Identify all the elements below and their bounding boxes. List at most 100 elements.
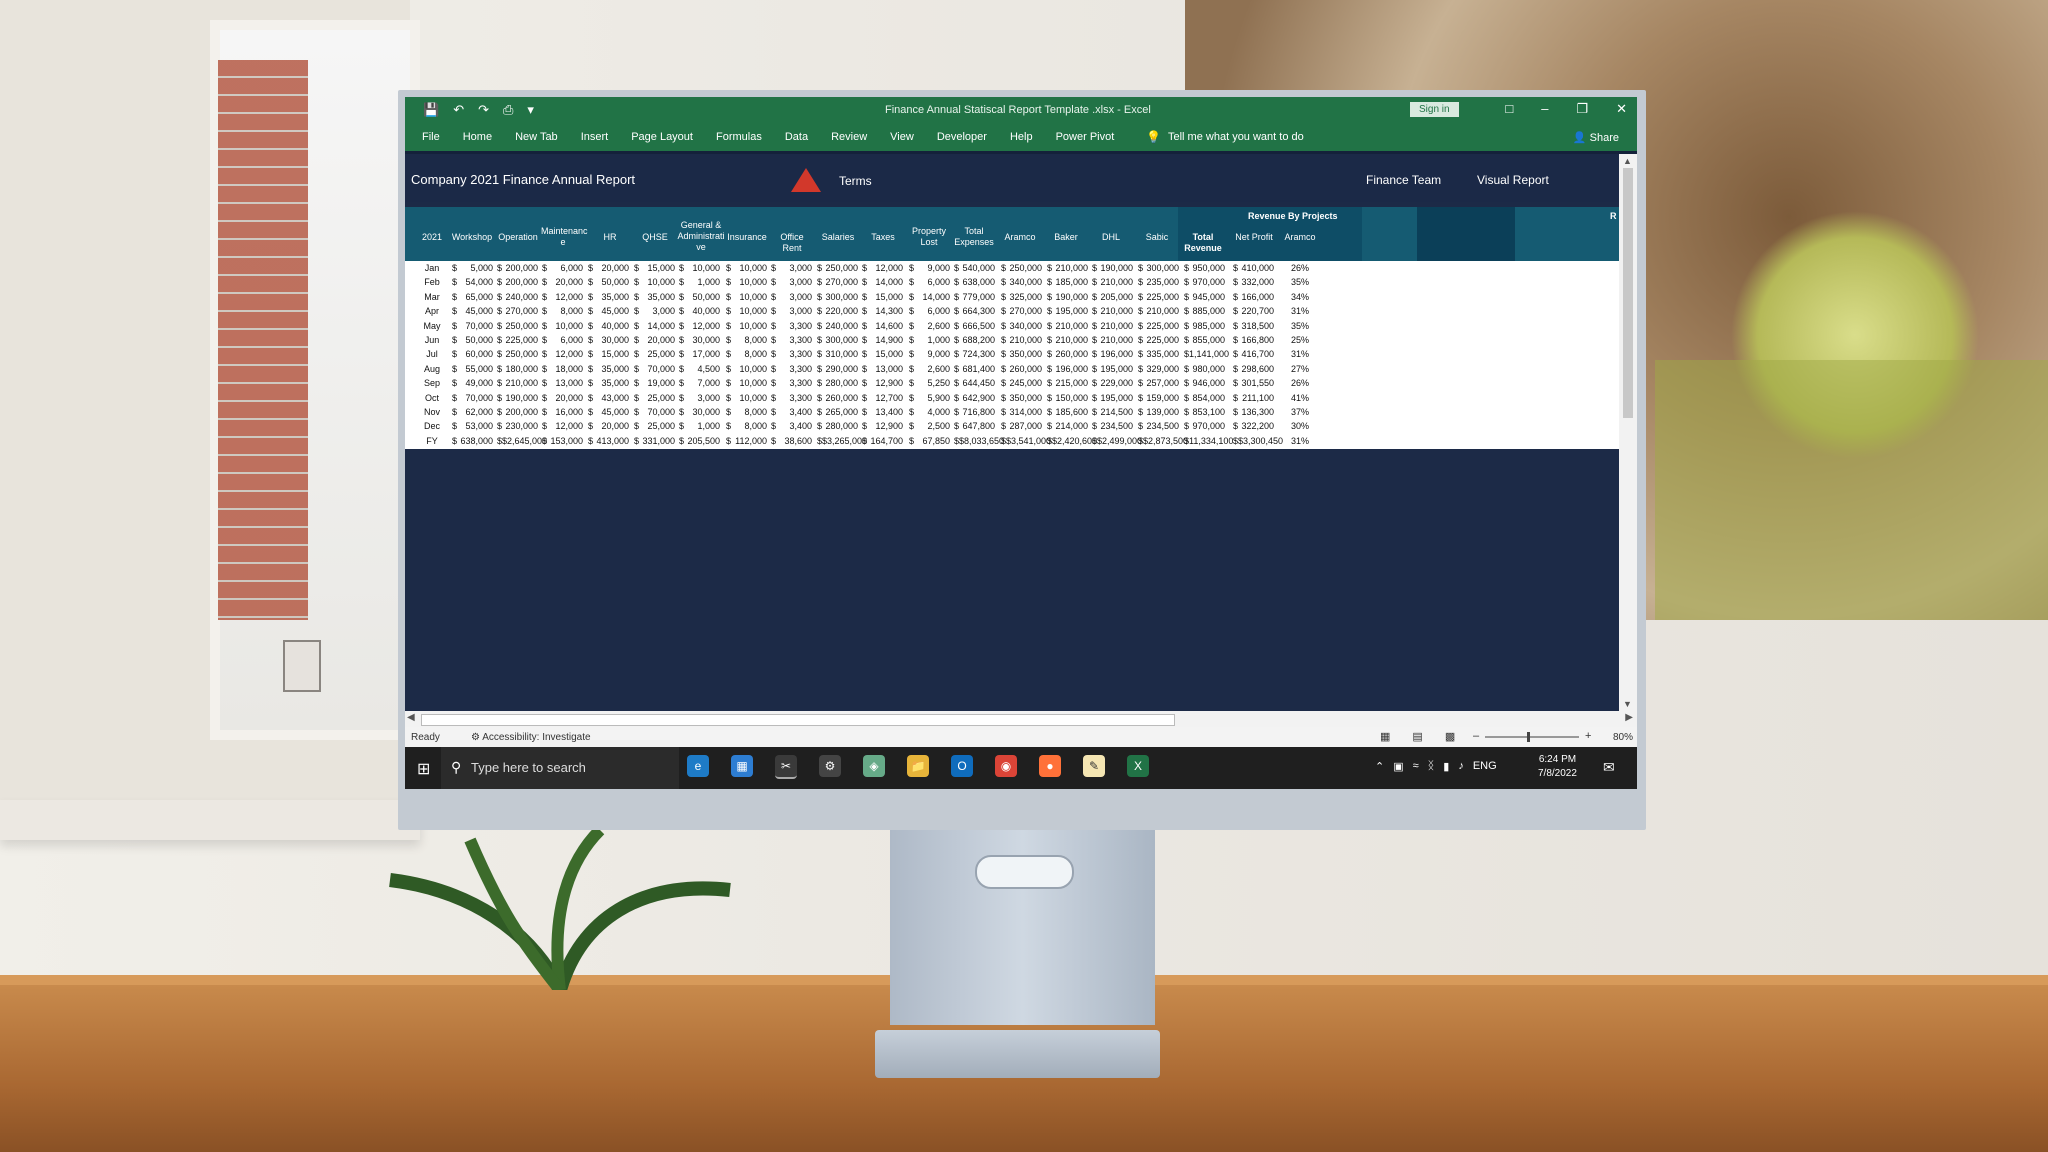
value-cell[interactable]: 210,000 — [1097, 306, 1133, 316]
value-cell[interactable]: 642,900 — [959, 393, 995, 403]
settings-icon[interactable]: ⚙ — [819, 755, 841, 777]
value-cell[interactable]: 205,000 — [1097, 292, 1133, 302]
value-cell[interactable]: 8,000 — [731, 421, 767, 431]
value-cell[interactable]: 35,000 — [593, 364, 629, 374]
value-cell[interactable]: 49,000 — [457, 378, 493, 388]
value-cell[interactable]: 25,000 — [639, 421, 675, 431]
firefox-icon[interactable]: ● — [1039, 755, 1061, 777]
value-cell[interactable]: 4,500 — [684, 364, 720, 374]
value-cell[interactable]: 230,000 — [502, 421, 538, 431]
column-header-15[interactable]: DHL — [1091, 232, 1131, 243]
value-cell[interactable]: 3,300 — [776, 393, 812, 403]
column-header-6[interactable]: General & Administrati ve — [676, 220, 726, 253]
value-cell[interactable]: 287,000 — [1006, 421, 1042, 431]
value-cell[interactable]: 10,000 — [731, 277, 767, 287]
value-cell[interactable]: 314,000 — [1006, 407, 1042, 417]
value-cell[interactable]: 12,000 — [547, 421, 583, 431]
percent-cell[interactable]: 35% — [1285, 321, 1315, 331]
value-cell[interactable]: 210,000 — [1143, 306, 1179, 316]
tab-review[interactable]: Review — [831, 131, 867, 143]
value-cell[interactable]: 210,000 — [1052, 263, 1088, 273]
value-cell[interactable]: 250,000 — [822, 263, 858, 273]
tab-data[interactable]: Data — [785, 131, 808, 143]
value-cell[interactable]: 15,000 — [867, 349, 903, 359]
value-cell[interactable]: 12,700 — [867, 393, 903, 403]
value-cell[interactable]: 853,100 — [1189, 407, 1225, 417]
visual-report-link[interactable]: Visual Report — [1477, 173, 1549, 187]
column-header-4[interactable]: HR — [590, 232, 630, 243]
value-cell[interactable]: 245,000 — [1006, 378, 1042, 388]
close-icon[interactable]: ✕ — [1616, 101, 1627, 117]
horizontal-scrollbar[interactable]: ◀ ▶ — [405, 711, 1637, 727]
tab-insert[interactable]: Insert — [581, 131, 609, 143]
scroll-up-icon[interactable]: ▲ — [1623, 156, 1632, 166]
value-cell[interactable]: 70,000 — [639, 364, 675, 374]
snipping-tool-icon[interactable]: ✂ — [775, 755, 797, 779]
value-cell[interactable]: 225,000 — [1143, 321, 1179, 331]
value-cell[interactable]: 240,000 — [502, 292, 538, 302]
month-cell[interactable]: FY — [420, 436, 444, 446]
value-cell[interactable]: 716,800 — [959, 407, 995, 417]
notification-icon[interactable]: ✉ — [1603, 759, 1615, 776]
table-row[interactable]: Jul $60,000 $250,000 $12,000 $15,000 $25,000 $… — [405, 347, 1619, 361]
value-cell[interactable]: 185,000 — [1052, 277, 1088, 287]
value-cell[interactable]: 240,000 — [822, 321, 858, 331]
value-cell[interactable]: 3,000 — [639, 306, 675, 316]
value-cell[interactable]: 301,550 — [1238, 378, 1274, 388]
value-cell[interactable]: 195,000 — [1097, 393, 1133, 403]
customize-toolbar-icon[interactable]: ▾ — [527, 102, 534, 118]
worksheet-area[interactable]: Company 2021 Finance Annual Report Terms… — [405, 154, 1619, 711]
value-cell[interactable]: 2,500 — [914, 421, 950, 431]
value-cell[interactable]: 300,000 — [822, 292, 858, 302]
value-cell[interactable]: 166,000 — [1238, 292, 1274, 302]
undo-icon[interactable]: ↶ — [453, 102, 464, 118]
tab-home[interactable]: Home — [463, 131, 492, 143]
value-cell[interactable]: 225,000 — [1143, 292, 1179, 302]
value-cell[interactable]: 196,000 — [1097, 349, 1133, 359]
value-cell[interactable]: 13,000 — [867, 364, 903, 374]
tab-page-layout[interactable]: Page Layout — [631, 131, 693, 143]
zoom-out-icon[interactable]: – — [1473, 730, 1479, 742]
value-cell[interactable]: 225,000 — [502, 335, 538, 345]
value-cell[interactable]: 40,000 — [684, 306, 720, 316]
value-cell[interactable]: 3,300 — [776, 364, 812, 374]
value-cell[interactable]: 3,000 — [776, 306, 812, 316]
value-cell[interactable]: 15,000 — [867, 292, 903, 302]
value-cell[interactable]: 220,000 — [822, 306, 858, 316]
value-cell[interactable]: $3,265,000 — [822, 436, 867, 446]
value-cell[interactable]: 6,000 — [914, 306, 950, 316]
value-cell[interactable]: 210,000 — [502, 378, 538, 388]
value-cell[interactable]: 14,300 — [867, 306, 903, 316]
value-cell[interactable]: 664,300 — [959, 306, 995, 316]
value-cell[interactable]: 335,000 — [1143, 349, 1179, 359]
value-cell[interactable]: 225,000 — [1143, 335, 1179, 345]
value-cell[interactable]: 30,000 — [684, 407, 720, 417]
percent-cell[interactable]: 25% — [1285, 335, 1315, 345]
value-cell[interactable]: 260,000 — [1052, 349, 1088, 359]
value-cell[interactable]: 30,000 — [593, 335, 629, 345]
value-cell[interactable]: 265,000 — [822, 407, 858, 417]
value-cell[interactable]: 985,000 — [1189, 321, 1225, 331]
value-cell[interactable]: 220,700 — [1238, 306, 1274, 316]
value-cell[interactable]: 13,400 — [867, 407, 903, 417]
finance-team-link[interactable]: Finance Team — [1366, 173, 1441, 187]
column-header-0[interactable]: 2021 — [412, 232, 452, 243]
value-cell[interactable]: 280,000 — [822, 421, 858, 431]
value-cell[interactable]: 214,000 — [1052, 421, 1088, 431]
value-cell[interactable]: 214,500 — [1097, 407, 1133, 417]
value-cell[interactable]: 8,000 — [731, 407, 767, 417]
value-cell[interactable]: 322,200 — [1238, 421, 1274, 431]
chevron-up-icon[interactable]: ⌃ — [1375, 760, 1384, 773]
value-cell[interactable]: 234,500 — [1143, 421, 1179, 431]
value-cell[interactable]: 9,000 — [914, 263, 950, 273]
page-layout-view-icon[interactable]: ▤ — [1412, 730, 1422, 743]
value-cell[interactable]: 638,000 — [457, 436, 493, 446]
value-cell[interactable]: 205,500 — [684, 436, 720, 446]
minimize-icon[interactable]: – — [1541, 101, 1548, 117]
value-cell[interactable]: 250,000 — [502, 349, 538, 359]
percent-cell[interactable]: 37% — [1285, 407, 1315, 417]
value-cell[interactable]: 70,000 — [639, 407, 675, 417]
value-cell[interactable]: 166,800 — [1238, 335, 1274, 345]
value-cell[interactable]: 43,000 — [593, 393, 629, 403]
column-header-13[interactable]: Aramco — [998, 232, 1042, 243]
